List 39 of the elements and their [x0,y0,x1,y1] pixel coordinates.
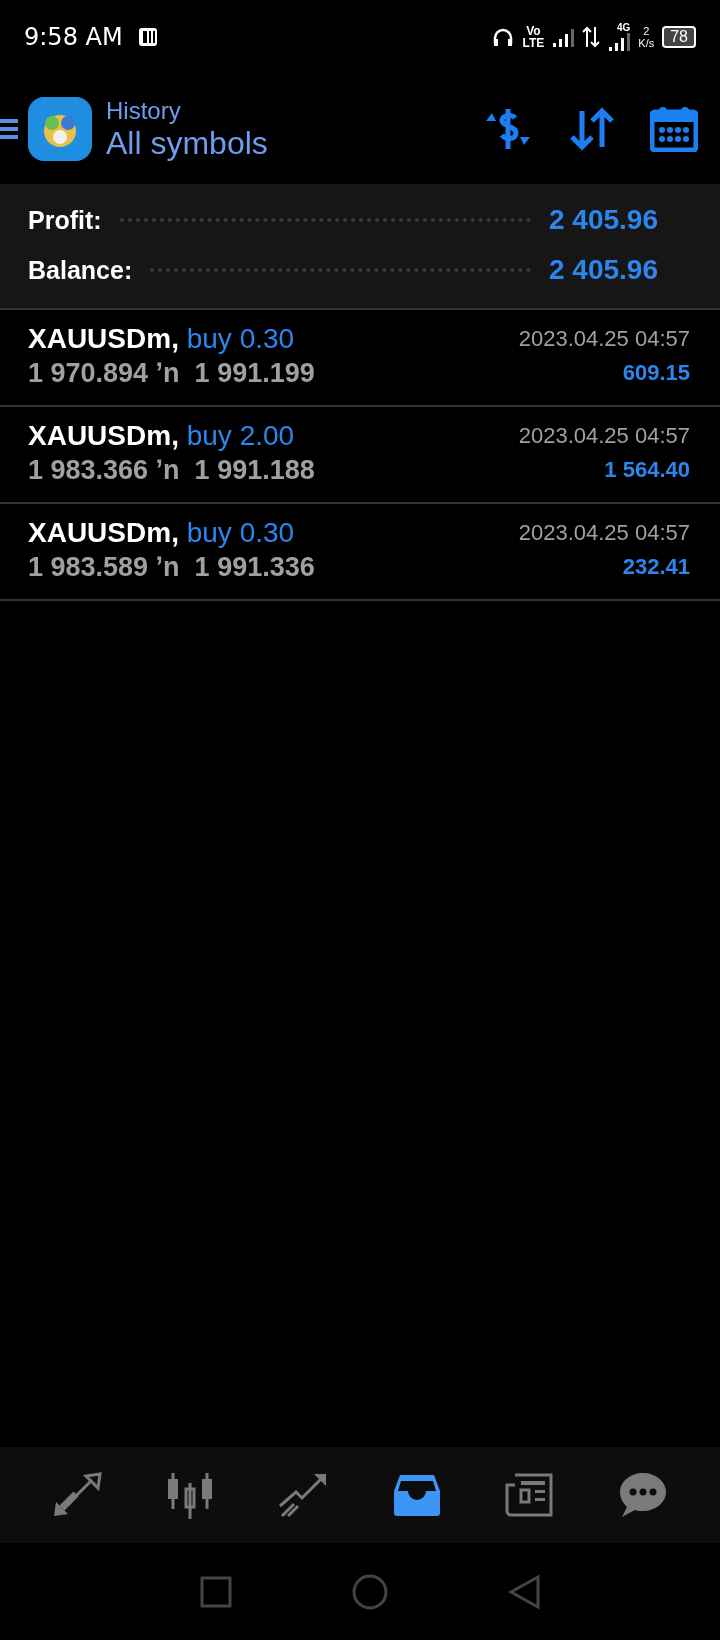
deal-profit: 232.41 [622,553,690,581]
sort-icon[interactable] [568,107,616,151]
inbox-icon [391,1473,442,1517]
signal-icon [552,26,575,48]
notification-icon [136,26,159,48]
newspaper-icon [504,1471,555,1519]
deal-type: buy 0.30 [186,323,295,354]
candlestick-icon [165,1471,215,1519]
summary-label: Balance: [28,255,133,285]
deal-symbol: XAUUSDm, [28,323,179,354]
network-speed: 2 K/s [638,25,655,49]
deal-type: buy 0.30 [186,517,295,548]
calendar-icon[interactable] [650,106,698,152]
signal-icon [608,33,631,51]
deal-type: buy 2.00 [186,420,295,451]
deal-symbol: XAUUSDm, [28,517,179,548]
deal-time: 2023.04.25 04:57 [518,519,690,547]
data-transfer-icon [582,25,601,49]
summary-value: 2 405.96 [549,204,658,236]
screen-title[interactable]: All symbols [106,124,268,162]
status-time: 9:58 AM [24,23,123,51]
diagonal-arrows-icon [51,1472,102,1518]
deal-prices: 1 983.589 ʼn 1 991.336 [28,551,315,584]
battery-level: 78 [662,26,696,48]
network-type: 4G [616,23,631,33]
trend-arrow-icon [278,1472,329,1518]
summary-label: Profit: [28,205,102,235]
volte-label: Vo LTE [522,25,545,49]
deal-profit: 609.15 [622,359,690,387]
summary-value: 2 405.96 [549,254,658,286]
deal-prices: 1 983.366 ʼn 1 991.188 [28,454,315,487]
deal-profit: 1 564.40 [604,456,690,484]
deal-symbol: XAUUSDm, [28,420,179,451]
screen-subtitle: History [106,96,182,125]
chat-bubble-icon [618,1471,669,1519]
deal-prices: 1 970.894 ʼn 1 991.199 [28,357,315,390]
deal-time: 2023.04.25 04:57 [518,422,690,450]
app-logo-icon [28,97,92,161]
deal-time: 2023.04.25 04:57 [518,325,690,353]
